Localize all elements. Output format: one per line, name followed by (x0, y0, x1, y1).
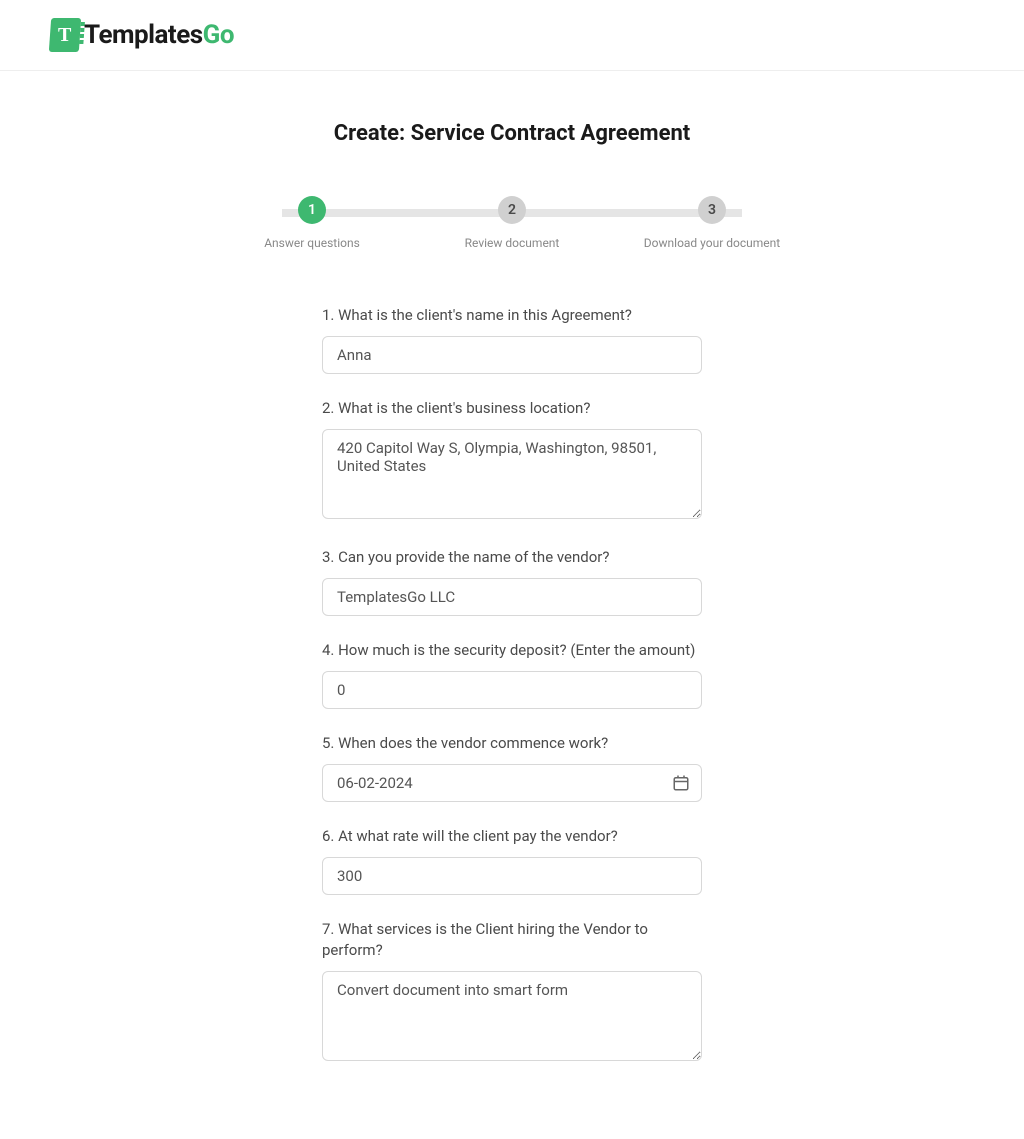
question-6: 6. At what rate will the client pay the … (322, 826, 702, 895)
question-5: 5. When does the vendor commence work? (322, 733, 702, 802)
step-3-circle: 3 (698, 196, 726, 224)
security-deposit-input[interactable] (322, 671, 702, 709)
client-location-input[interactable]: 420 Capitol Way S, Olympia, Washington, … (322, 429, 702, 519)
step-2-label: Review document (465, 236, 560, 250)
question-7: 7. What services is the Client hiring th… (322, 919, 702, 1065)
step-3-label: Download your document (644, 236, 780, 250)
progress-stepper: 1 Answer questions 2 Review document 3 D… (232, 196, 792, 250)
step-2-circle: 2 (498, 196, 526, 224)
brand-logo[interactable]: T TemplatesGo (50, 18, 974, 52)
question-6-label: 6. At what rate will the client pay the … (322, 826, 702, 847)
question-2-label: 2. What is the client's business locatio… (322, 398, 702, 419)
logo-text: TemplatesGo (84, 20, 234, 50)
rate-input[interactable] (322, 857, 702, 895)
services-input[interactable]: Convert document into smart form (322, 971, 702, 1061)
question-3-label: 3. Can you provide the name of the vendo… (322, 547, 702, 568)
step-1-label: Answer questions (264, 236, 360, 250)
question-1-label: 1. What is the client's name in this Agr… (322, 305, 702, 326)
vendor-name-input[interactable] (322, 578, 702, 616)
page-title: Create: Service Contract Agreement (152, 121, 872, 146)
step-1-circle: 1 (298, 196, 326, 224)
client-name-input[interactable] (322, 336, 702, 374)
commence-date-input[interactable] (322, 764, 702, 802)
question-7-label: 7. What services is the Client hiring th… (322, 919, 702, 961)
step-1[interactable]: 1 Answer questions (232, 196, 392, 250)
logo-icon: T (49, 18, 81, 52)
question-2: 2. What is the client's business locatio… (322, 398, 702, 523)
question-4-label: 4. How much is the security deposit? (En… (322, 640, 702, 661)
question-3: 3. Can you provide the name of the vendo… (322, 547, 702, 616)
question-5-label: 5. When does the vendor commence work? (322, 733, 702, 754)
step-2[interactable]: 2 Review document (432, 196, 592, 250)
header: T TemplatesGo (0, 0, 1024, 71)
question-form: 1. What is the client's name in this Agr… (322, 305, 702, 1065)
step-3[interactable]: 3 Download your document (632, 196, 792, 250)
question-4: 4. How much is the security deposit? (En… (322, 640, 702, 709)
main-content: Create: Service Contract Agreement 1 Ans… (132, 71, 892, 1139)
question-1: 1. What is the client's name in this Agr… (322, 305, 702, 374)
